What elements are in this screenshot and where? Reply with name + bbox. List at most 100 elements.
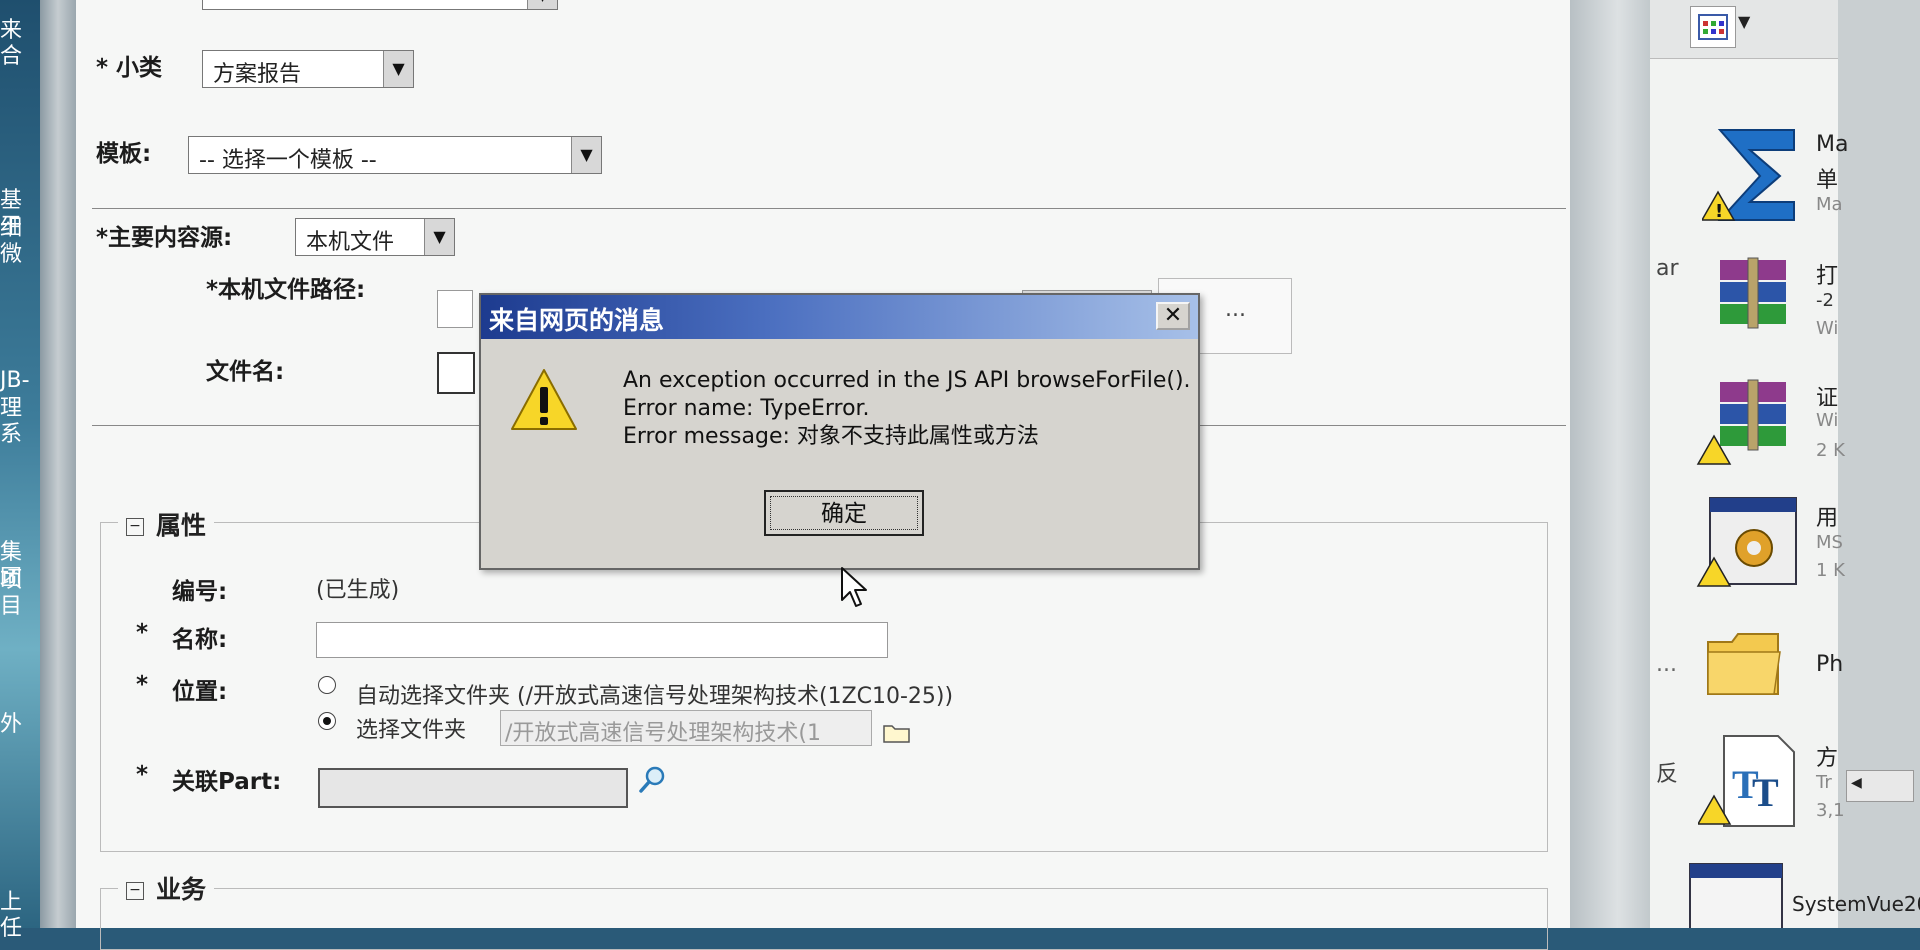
business-section — [100, 888, 1548, 950]
file-item[interactable] — [1696, 496, 1802, 592]
desktop-text: JB- — [0, 368, 30, 393]
ok-button[interactable]: 确定 — [764, 490, 924, 536]
explorer-scroll-area: ◀ — [1838, 0, 1920, 928]
divider — [92, 208, 1566, 209]
collapse-icon[interactable]: − — [126, 518, 144, 536]
desktop-background-left: 来合 基于 细微 JB- 理系 集团 项目 外 上任 — [0, 0, 40, 941]
chevron-left-icon[interactable]: ◀ — [1851, 775, 1862, 791]
dialog-line: Error message: 对象不支持此属性或方法 — [623, 424, 1039, 449]
attributes-title: 属性 — [156, 511, 207, 540]
file-item[interactable] — [1696, 378, 1802, 470]
sigma-app-icon: ! — [1700, 129, 1795, 222]
required-star: * — [136, 762, 149, 788]
setup-icon — [1696, 497, 1797, 587]
file-detail: 2 K — [1816, 440, 1845, 461]
archive-icon — [1696, 379, 1786, 465]
template-select[interactable]: -- 选择一个模板 -- ▼ — [188, 136, 602, 174]
subcategory-label: * 小类 — [96, 55, 163, 81]
explorer-toolbar: ▼ — [1650, 0, 1838, 59]
location-label: 位置: — [172, 679, 228, 705]
related-part-input[interactable] — [318, 768, 628, 808]
file-detail: 1 K — [1816, 560, 1845, 581]
svg-text:!: ! — [1715, 201, 1723, 222]
dialog-titlebar[interactable]: 来自网页的消息 ✕ — [481, 295, 1198, 339]
file-name: 打 — [1816, 264, 1839, 289]
template-label: 模板: — [96, 141, 152, 167]
file-detail: Wi — [1816, 318, 1839, 339]
file-name: 方 — [1816, 746, 1839, 771]
filename-input[interactable] — [437, 352, 475, 394]
folder-path-value: /开放式高速信号处理架构技术(1 — [505, 721, 821, 746]
folder-icon[interactable] — [882, 720, 912, 744]
dialog-title: 来自网页的消息 — [489, 306, 665, 335]
chevron-down-icon[interactable]: ▼ — [1738, 12, 1750, 31]
window-border-left — [40, 0, 76, 928]
attributes-legend[interactable]: − 属性 — [118, 506, 215, 542]
file-name: SystemVue20 — [1792, 892, 1920, 916]
mouse-cursor-icon — [841, 567, 867, 607]
edge-text: 反 — [1656, 762, 1679, 787]
filename-label: 文件名: — [206, 359, 285, 385]
category-select[interactable]: ▼ — [202, 0, 558, 10]
view-menu-button[interactable] — [1690, 6, 1736, 48]
number-label: 编号: — [172, 579, 228, 605]
local-path-label: *本机文件路径: — [206, 277, 366, 303]
file-name: 用 — [1816, 506, 1839, 531]
subcategory-select[interactable]: 方案报告 ▼ — [202, 50, 414, 88]
chevron-down-icon[interactable]: ▼ — [527, 0, 557, 9]
desktop-text: 理系 — [0, 396, 23, 447]
name-label: 名称: — [172, 627, 228, 653]
auto-folder-option[interactable]: 自动选择文件夹 (/开放式高速信号处理架构技术(1ZC10-25)) — [356, 678, 953, 710]
choose-folder-option[interactable]: 选择文件夹 — [356, 712, 466, 744]
close-button[interactable]: ✕ — [1156, 302, 1190, 330]
view-icon — [1698, 14, 1728, 40]
desktop-text: 项目 — [0, 568, 23, 619]
file-detail: 单 — [1816, 168, 1839, 193]
file-name: Ph — [1816, 652, 1844, 677]
desktop-text: 外 — [0, 712, 23, 737]
archive-icon — [1720, 257, 1786, 329]
business-legend[interactable]: − 业务 — [118, 870, 215, 906]
file-item[interactable]: T T — [1696, 734, 1808, 830]
web-page: ▼ * 小类 方案报告 ▼ 模板: -- 选择一个模板 -- ▼ *主要内容源:… — [76, 0, 1570, 950]
auto-folder-radio[interactable] — [318, 676, 336, 694]
file-item[interactable] — [1704, 628, 1784, 700]
edge-text: ar — [1656, 256, 1679, 281]
required-star: * — [136, 672, 149, 698]
chevron-down-icon[interactable]: ▼ — [424, 219, 454, 255]
file-explorer-panel: ▼ ◀ ar ... 反 ! Ma 单 Ma 打 -2 Wi 证 Wi 2 K … — [1650, 0, 1920, 935]
desktop-text: 细微 — [0, 216, 23, 267]
subcategory-value: 方案报告 — [213, 62, 302, 87]
dialog-line: Error name: TypeError. — [623, 396, 870, 421]
file-detail: Ma — [1816, 194, 1843, 215]
main-source-select[interactable]: 本机文件 ▼ — [295, 218, 455, 256]
dialog-message: An exception occurred in the JS API brow… — [623, 367, 1191, 451]
file-name: 证 — [1816, 386, 1839, 411]
file-detail: 3,1 — [1816, 800, 1845, 821]
ok-label: 确定 — [770, 496, 918, 530]
business-title: 业务 — [156, 875, 207, 904]
file-item[interactable]: ! — [1700, 120, 1812, 230]
window-border-right — [1570, 0, 1650, 928]
choose-folder-radio[interactable] — [318, 712, 336, 730]
required-star: * — [136, 620, 149, 646]
collapse-icon[interactable]: − — [126, 882, 144, 900]
file-detail: MS — [1816, 532, 1843, 553]
name-input[interactable] — [316, 622, 888, 658]
chevron-down-icon[interactable]: ▼ — [571, 137, 601, 173]
file-detail: Tr — [1816, 772, 1832, 793]
file-detail: -2 — [1816, 290, 1834, 311]
search-icon[interactable] — [636, 764, 668, 796]
edge-text: ... — [1656, 652, 1677, 677]
number-value: (已生成) — [316, 578, 400, 603]
close-icon: ✕ — [1163, 303, 1183, 328]
file-item[interactable] — [1706, 254, 1802, 334]
local-path-input[interactable] — [437, 290, 473, 328]
scrollbar-horizontal[interactable]: ◀ — [1846, 770, 1914, 802]
file-item[interactable] — [1686, 862, 1786, 935]
main-source-value: 本机文件 — [306, 230, 395, 255]
file-name: Ma — [1816, 132, 1849, 157]
window-app-icon — [1689, 863, 1783, 935]
folder-path-input[interactable]: /开放式高速信号处理架构技术(1 — [500, 710, 872, 746]
chevron-down-icon[interactable]: ▼ — [383, 51, 413, 87]
